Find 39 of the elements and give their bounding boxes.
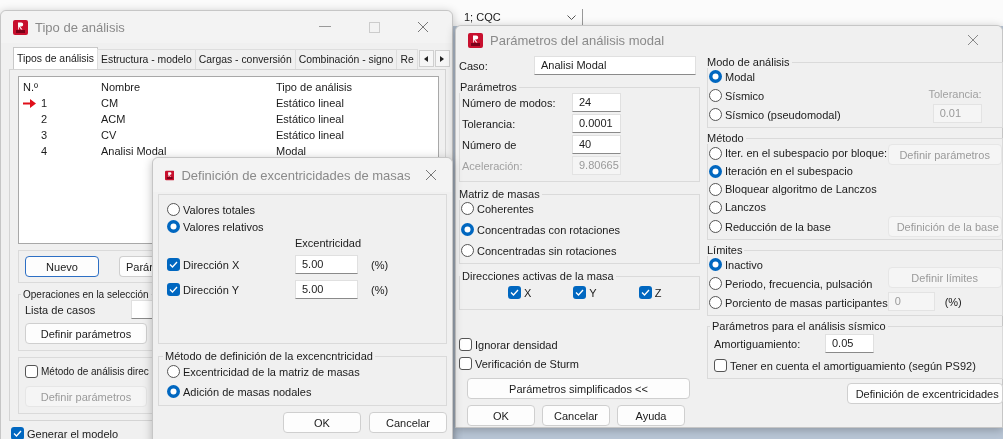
group-label: Matriz de masas bbox=[458, 188, 541, 200]
group-label: Modo de análisis bbox=[706, 56, 791, 68]
group-label: Método bbox=[706, 132, 745, 144]
field-label: Tolerancia: bbox=[928, 88, 982, 100]
unit-label: (%) bbox=[944, 295, 962, 308]
table-cell-text: Estático lineal bbox=[276, 129, 345, 141]
group-label: Límites bbox=[706, 244, 744, 256]
group-label: Operaciones en la selección bbox=[22, 289, 150, 300]
table-cell-text: 2 bbox=[41, 113, 49, 125]
column-header: Nombre bbox=[101, 81, 142, 93]
column-header: Tipo de análisis bbox=[276, 81, 354, 93]
table-cell-text: Analisi Modal bbox=[101, 145, 168, 157]
group-label: Método de definición de la excencntricidad bbox=[164, 350, 374, 362]
field-label: Caso: bbox=[459, 59, 489, 72]
group-label: Parámetros bbox=[459, 81, 518, 93]
window-title: Tipo de análisis bbox=[35, 19, 126, 35]
unit-label: (%) bbox=[371, 258, 390, 271]
table-cell-text: 3 bbox=[41, 129, 49, 141]
field-label: Amortiguamiento: bbox=[714, 337, 802, 350]
window-title: Parámetros del análisis modal bbox=[490, 32, 666, 48]
table-cell-text: CV bbox=[101, 129, 118, 141]
field-label: Aceleración: bbox=[462, 159, 524, 172]
field-label: Número de bbox=[462, 138, 518, 151]
table-cell-text: CM bbox=[101, 97, 120, 109]
column-header: Excentricidad bbox=[295, 237, 363, 249]
group-label: Parámetros para el análisis sísmico bbox=[711, 320, 887, 332]
table-cell-text: Modal bbox=[276, 145, 307, 157]
table-cell-text: Estático lineal bbox=[276, 113, 345, 125]
column-header: N.º bbox=[23, 81, 40, 93]
field-label: Lista de casos bbox=[25, 303, 97, 316]
table-cell-text: 4 bbox=[41, 145, 49, 157]
field-label: Número de modos: bbox=[462, 96, 557, 109]
field-label: Tolerancia: bbox=[462, 117, 517, 130]
group-label: Direcciones activas de la masa bbox=[461, 270, 615, 282]
table-cell-text: 1 bbox=[41, 97, 49, 109]
unit-label: (%) bbox=[371, 283, 390, 296]
table-cell-text: Estático lineal bbox=[276, 97, 345, 109]
table-cell-text: ACM bbox=[101, 113, 127, 125]
dialog-title: Definición de excentricidades de masas bbox=[181, 167, 411, 183]
